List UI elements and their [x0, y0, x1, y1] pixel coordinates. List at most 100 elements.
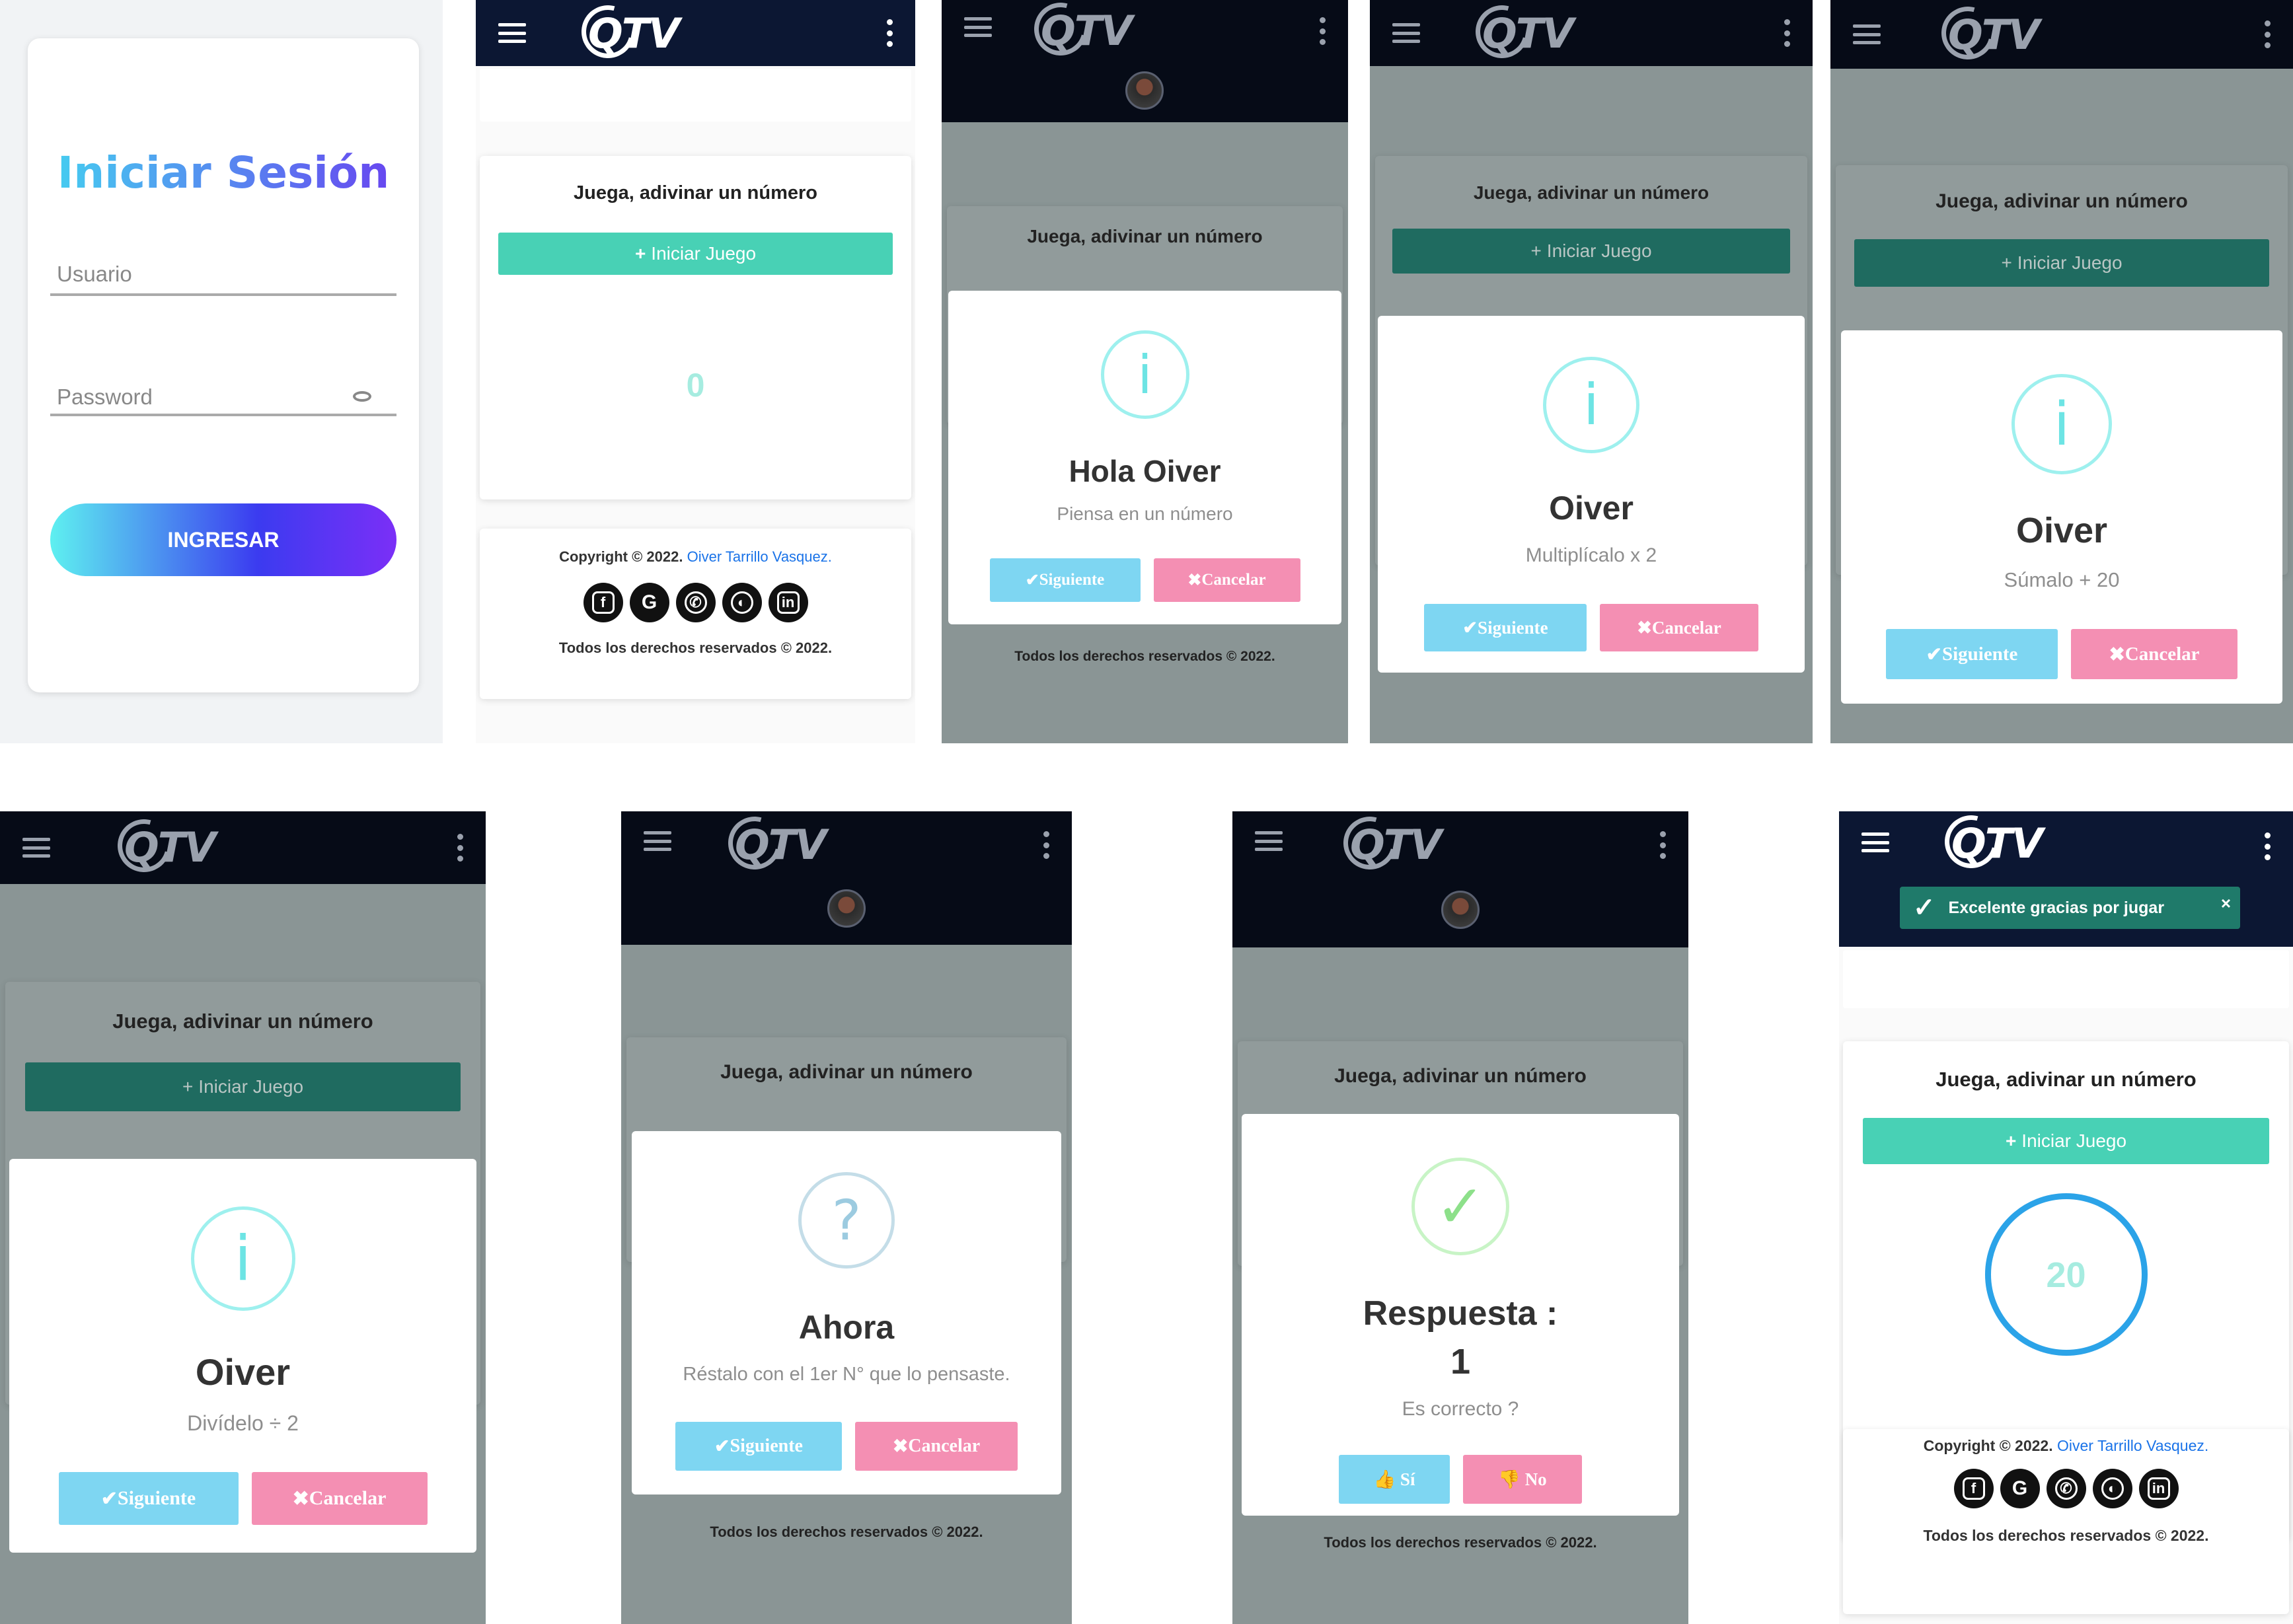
next-label: Siguiente — [1941, 643, 2018, 665]
menu-icon[interactable] — [1853, 24, 1881, 44]
logo: QTV — [1350, 821, 1442, 869]
toast-close-icon[interactable]: × — [2221, 893, 2231, 914]
menu-icon[interactable] — [22, 838, 50, 858]
dialog-title: Oiver — [1549, 490, 1634, 527]
cancel-button[interactable]: ✖ Cancelar — [1153, 558, 1300, 602]
dialog-text: Divídelo ÷ 2 — [187, 1411, 299, 1435]
info-icon: i — [1543, 357, 1639, 453]
start-game-label: Iniciar Juego — [198, 1076, 304, 1097]
game-title: Juega, adivinar un número — [720, 1061, 973, 1083]
login-title: Iniciar Sesión — [28, 147, 419, 198]
cancel-button[interactable]: ✖ Cancelar — [251, 1472, 428, 1525]
menu-icon[interactable] — [644, 831, 671, 851]
more-icon[interactable] — [1043, 831, 1049, 859]
home-screen: QTV Juega, adivinar un número + Iniciar J… — [476, 0, 915, 743]
menu-icon[interactable] — [498, 23, 526, 43]
github-icon[interactable]: ◐ — [722, 583, 762, 622]
game-title: Juega, adivinar un número — [1473, 182, 1710, 203]
login-button-label: INGRESAR — [167, 527, 280, 552]
whatsapp-icon[interactable]: ✆ — [675, 583, 716, 622]
start-game-label: Iniciar Juego — [1546, 240, 1652, 261]
cancel-label: Cancelar — [1651, 617, 1721, 638]
next-label: Siguiente — [1478, 617, 1548, 638]
rights-text: Todos los derechos reservados © 2022. — [1014, 649, 1275, 664]
next-button[interactable]: ✔ Siguiente — [1886, 629, 2058, 679]
start-game-label: Iniciar Juego — [2021, 1130, 2127, 1151]
thumbs-up-icon: 👍 — [1373, 1469, 1396, 1489]
start-game-button[interactable]: + Iniciar Juego — [1854, 239, 2269, 287]
author-link[interactable]: Oiver Tarrillo Vasquez. — [2057, 1437, 2208, 1454]
next-button[interactable]: ✔ Siguiente — [58, 1472, 239, 1525]
linkedin-icon[interactable]: in — [768, 583, 808, 622]
copyright-prefix: Copyright © 2022. — [1923, 1437, 2053, 1454]
dialog-text: Réstalo con el 1er N° que lo pensaste. — [683, 1364, 1010, 1385]
facebook-icon[interactable]: f — [583, 583, 623, 622]
start-game-button[interactable]: + Iniciar Juego — [1863, 1118, 2269, 1164]
cancel-label: Cancelar — [309, 1487, 387, 1509]
dialog-actions: ✔ Siguiente ✖ Cancelar — [948, 558, 1341, 602]
facebook-icon[interactable]: f — [1953, 1469, 1994, 1508]
success-toast: ✓ Excelente gracias por jugar × — [1900, 887, 2240, 929]
check-icon: ✓ — [1913, 893, 1936, 922]
game-title: Juega, adivinar un número — [1334, 1065, 1587, 1087]
toast-text: Excelente gracias por jugar — [1948, 898, 2165, 917]
google-icon[interactable]: G — [2000, 1469, 2040, 1508]
menu-icon[interactable] — [1392, 23, 1420, 43]
start-game-button[interactable]: + Iniciar Juego — [498, 233, 893, 275]
result-ring: 20 — [1984, 1193, 2148, 1356]
cancel-button[interactable]: ✖ Cancelar — [855, 1422, 1018, 1471]
dialog-actions: ✔ Siguiente ✖ Cancelar — [9, 1472, 476, 1525]
username-field[interactable]: Usuario — [50, 256, 396, 296]
more-icon[interactable] — [2264, 832, 2271, 860]
dialog-actions: ✔ Siguiente ✖ Cancelar — [1841, 629, 2282, 679]
game-title: Juega, adivinar un número — [573, 182, 818, 203]
rights-text: Todos los derechos reservados © 2022. — [710, 1524, 983, 1540]
logo: QTV — [588, 9, 680, 57]
cancel-button[interactable]: ✖ Cancelar — [2071, 629, 2237, 679]
navbar: QTV — [0, 811, 486, 884]
top-strip — [1843, 950, 2289, 1008]
next-button[interactable]: ✔ Siguiente — [1424, 604, 1587, 651]
dialog-actions: ✔ Siguiente ✖ Cancelar — [632, 1422, 1061, 1471]
next-button[interactable]: ✔ Siguiente — [989, 558, 1141, 602]
copyright-line: Copyright © 2022. Oiver Tarrillo Vasquez… — [1843, 1437, 2289, 1455]
dialog: i Oiver Súmalo + 20 ✔ Siguiente ✖ Cancel… — [1841, 330, 2282, 704]
cancel-label: Cancelar — [908, 1436, 981, 1456]
more-icon[interactable] — [2264, 20, 2271, 48]
google-icon[interactable]: G — [629, 583, 669, 622]
dialog-actions: ✔ Siguiente ✖ Cancelar — [1378, 604, 1805, 651]
whatsapp-icon[interactable]: ✆ — [2046, 1469, 2086, 1508]
counter-value: 20 — [2046, 1255, 2086, 1295]
dialog-text: Súmalo + 20 — [2004, 568, 2120, 591]
dialog: i Oiver Divídelo ÷ 2 ✔ Siguiente ✖ Cance… — [9, 1159, 476, 1553]
dialog-actions: 👍 Sí 👎 No — [1242, 1455, 1679, 1504]
next-button[interactable]: ✔ Siguiente — [675, 1422, 842, 1471]
dialog-title: Ahora — [798, 1309, 895, 1346]
linkedin-icon[interactable]: in — [2138, 1469, 2179, 1508]
start-game-button[interactable]: + Iniciar Juego — [1392, 229, 1790, 274]
yes-label: Sí — [1400, 1469, 1415, 1489]
password-field[interactable]: Password — [50, 377, 396, 416]
menu-icon[interactable] — [1861, 832, 1889, 852]
cancel-button[interactable]: ✖ Cancelar — [1600, 604, 1758, 651]
dialog: ✓ Respuesta : 1 Es correcto ? 👍 Sí 👎 No — [1242, 1114, 1679, 1516]
more-icon[interactable] — [457, 834, 463, 862]
yes-button[interactable]: 👍 Sí — [1339, 1455, 1450, 1504]
more-icon[interactable] — [1784, 19, 1790, 47]
menu-icon[interactable] — [1255, 831, 1283, 851]
github-icon[interactable]: ◐ — [2092, 1469, 2132, 1508]
avatar — [1441, 891, 1480, 929]
footer-card: Copyright © 2022. Oiver Tarrillo Vasquez… — [1843, 1429, 2289, 1614]
more-icon[interactable] — [886, 19, 893, 47]
login-button[interactable]: INGRESAR — [50, 503, 396, 576]
dialog: i Hola Oiver Piensa en un número ✔ Sigui… — [948, 291, 1341, 624]
author-link[interactable]: Oiver Tarrillo Vasquez. — [687, 548, 832, 565]
start-game-label: Iniciar Juego — [651, 243, 757, 264]
start-game-button[interactable]: + Iniciar Juego — [25, 1062, 461, 1111]
more-icon[interactable] — [1319, 17, 1326, 45]
game-title: Juega, adivinar un número — [1936, 1068, 2197, 1091]
no-button[interactable]: 👎 No — [1463, 1455, 1582, 1504]
more-icon[interactable] — [1659, 831, 1666, 859]
menu-icon[interactable] — [964, 17, 992, 37]
eye-icon[interactable] — [353, 391, 371, 402]
